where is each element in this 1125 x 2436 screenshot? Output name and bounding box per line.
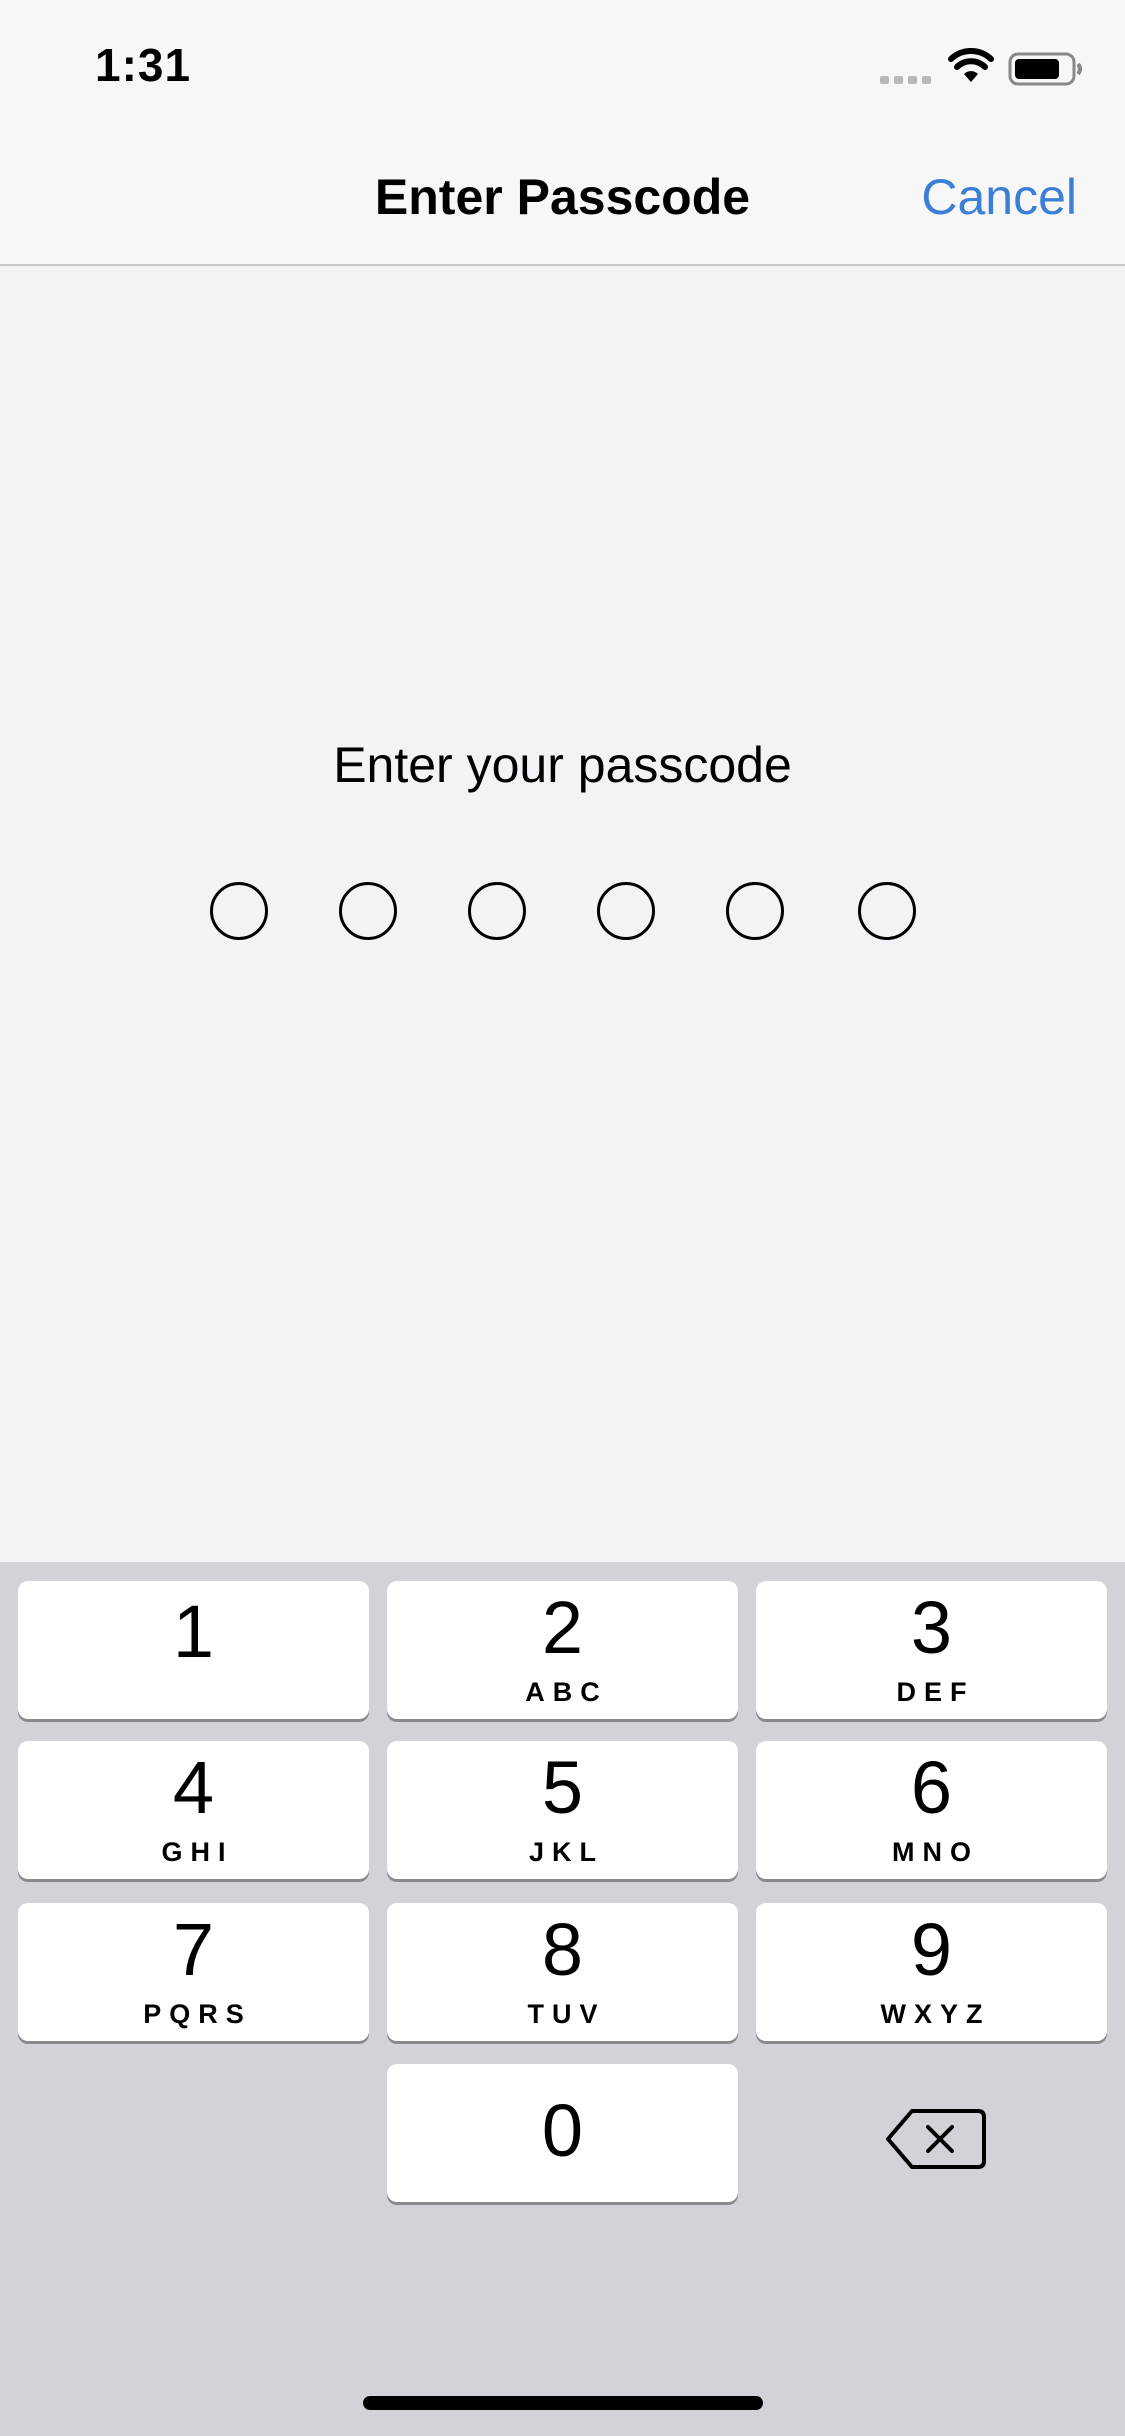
key-number: 9 xyxy=(910,1908,953,1991)
passcode-dot xyxy=(726,882,784,940)
key-number: 8 xyxy=(541,1908,584,1991)
key-number: 6 xyxy=(910,1746,953,1829)
status-time: 1:31 xyxy=(95,39,192,91)
passcode-prompt: Enter your passcode xyxy=(333,737,792,793)
key-number: 7 xyxy=(172,1908,215,1991)
passcode-dot xyxy=(597,882,655,940)
key-2[interactable]: 2 ABC xyxy=(387,1581,738,1719)
delete-backspace-icon[interactable] xyxy=(882,2099,992,2179)
battery-icon xyxy=(1008,52,1082,86)
key-number: 0 xyxy=(541,2089,584,2172)
key-number: 5 xyxy=(541,1746,584,1829)
key-number: 3 xyxy=(910,1586,953,1669)
key-number: 1 xyxy=(172,1590,215,1673)
key-1[interactable]: 1 xyxy=(18,1581,369,1719)
passcode-dot xyxy=(339,882,397,940)
cancel-button[interactable]: Cancel xyxy=(921,168,1077,226)
status-bar: 1:31 xyxy=(0,0,1125,132)
passcode-dot xyxy=(858,882,916,940)
key-number: 2 xyxy=(541,1586,584,1669)
key-4[interactable]: 4 GHI xyxy=(18,1741,369,1879)
key-9[interactable]: 9 WXYZ xyxy=(756,1903,1107,2041)
key-8[interactable]: 8 TUV xyxy=(387,1903,738,2041)
navigation-bar: Enter Passcode Cancel xyxy=(0,132,1125,266)
key-number: 4 xyxy=(172,1746,215,1829)
passcode-dot xyxy=(468,882,526,940)
passcode-dots xyxy=(0,882,1125,942)
key-5[interactable]: 5 JKL xyxy=(387,1741,738,1879)
key-6[interactable]: 6 MNO xyxy=(756,1741,1107,1879)
key-letters: ABC xyxy=(525,1677,608,1707)
key-letters: PQRS xyxy=(143,1999,252,2029)
key-letters: WXYZ xyxy=(880,1999,991,2029)
key-0[interactable]: 0 xyxy=(387,2064,738,2202)
home-indicator xyxy=(363,2396,763,2410)
signal-icon xyxy=(880,76,931,84)
key-7[interactable]: 7 PQRS xyxy=(18,1903,369,2041)
key-letters: TUV xyxy=(527,1999,606,2029)
key-letters: MNO xyxy=(892,1837,979,1867)
wifi-icon xyxy=(948,48,994,82)
passcode-dot xyxy=(210,882,268,940)
key-3[interactable]: 3 DEF xyxy=(756,1581,1107,1719)
key-letters: JKL xyxy=(528,1837,604,1867)
key-letters: GHI xyxy=(161,1837,234,1867)
numeric-keypad: 1 2 ABC 3 DEF 4 GHI 5 JKL 6 MNO 7 PQRS 8… xyxy=(0,1562,1125,2436)
key-letters: DEF xyxy=(896,1677,975,1707)
